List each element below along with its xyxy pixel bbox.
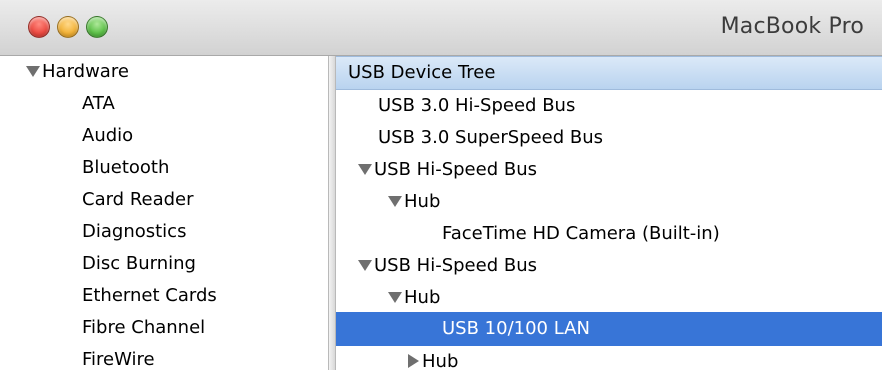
sidebar-section-hardware[interactable]: Hardware — [26, 56, 129, 88]
close-button[interactable] — [28, 16, 50, 38]
tree-item-usb-hi-speed-bus[interactable]: USB Hi-Speed Bus — [358, 250, 537, 282]
disclosure-triangle-collapsed-icon[interactable] — [408, 354, 419, 368]
disclosure-triangle-expanded-icon[interactable] — [26, 65, 40, 77]
tree-item-label: Hub — [422, 351, 459, 370]
disclosure-triangle-expanded-icon[interactable] — [358, 259, 372, 271]
window-title: MacBook Pro — [720, 14, 864, 39]
column-header[interactable]: USB Device Tree — [336, 56, 882, 90]
tree-item-hub[interactable]: Hub — [388, 282, 440, 314]
split-view-divider[interactable] — [328, 56, 336, 370]
minimize-button[interactable] — [57, 16, 79, 38]
sidebar: Hardware ATA Audio Bluetooth Card Reader… — [0, 56, 328, 370]
tree-item-facetime-camera[interactable]: FaceTime HD Camera (Built-in) — [442, 218, 720, 250]
tree-item-usb-hi-speed-bus[interactable]: USB Hi-Speed Bus — [358, 154, 537, 186]
tree-item-usb-3-hi-speed-bus[interactable]: USB 3.0 Hi-Speed Bus — [378, 90, 575, 122]
sidebar-item-ata[interactable]: ATA — [82, 88, 115, 120]
sidebar-section-label: Hardware — [42, 61, 129, 82]
tree-item-hub[interactable]: Hub — [388, 186, 440, 218]
sidebar-item-ethernet-cards[interactable]: Ethernet Cards — [82, 280, 217, 312]
sidebar-item-audio[interactable]: Audio — [82, 120, 133, 152]
sidebar-item-diagnostics[interactable]: Diagnostics — [82, 216, 186, 248]
disclosure-triangle-expanded-icon[interactable] — [388, 291, 402, 303]
usb-device-tree-pane: USB Device Tree USB 3.0 Hi-Speed Bus USB… — [336, 56, 882, 370]
system-information-window: MacBook Pro Hardware ATA Audio Bluetooth… — [0, 0, 882, 370]
disclosure-triangle-expanded-icon[interactable] — [358, 163, 372, 175]
sidebar-item-disc-burning[interactable]: Disc Burning — [82, 248, 196, 280]
tree-item-label: USB Hi-Speed Bus — [374, 159, 537, 180]
sidebar-item-bluetooth[interactable]: Bluetooth — [82, 152, 169, 184]
tree-item-hub[interactable]: Hub — [408, 346, 458, 370]
tree-item-label: Hub — [404, 191, 441, 212]
tree-item-label: USB Hi-Speed Bus — [374, 255, 537, 276]
sidebar-item-fibre-channel[interactable]: Fibre Channel — [82, 312, 205, 344]
title-bar[interactable]: MacBook Pro — [0, 0, 882, 56]
tree-item-label: Hub — [404, 287, 441, 308]
zoom-button[interactable] — [86, 16, 108, 38]
sidebar-item-firewire[interactable]: FireWire — [82, 344, 155, 370]
sidebar-item-card-reader[interactable]: Card Reader — [82, 184, 194, 216]
tree-item-usb-3-superspeed-bus[interactable]: USB 3.0 SuperSpeed Bus — [378, 122, 603, 154]
tree-item-usb-10-100-lan-selected[interactable]: USB 10/100 LAN — [336, 312, 882, 346]
disclosure-triangle-expanded-icon[interactable] — [388, 195, 402, 207]
